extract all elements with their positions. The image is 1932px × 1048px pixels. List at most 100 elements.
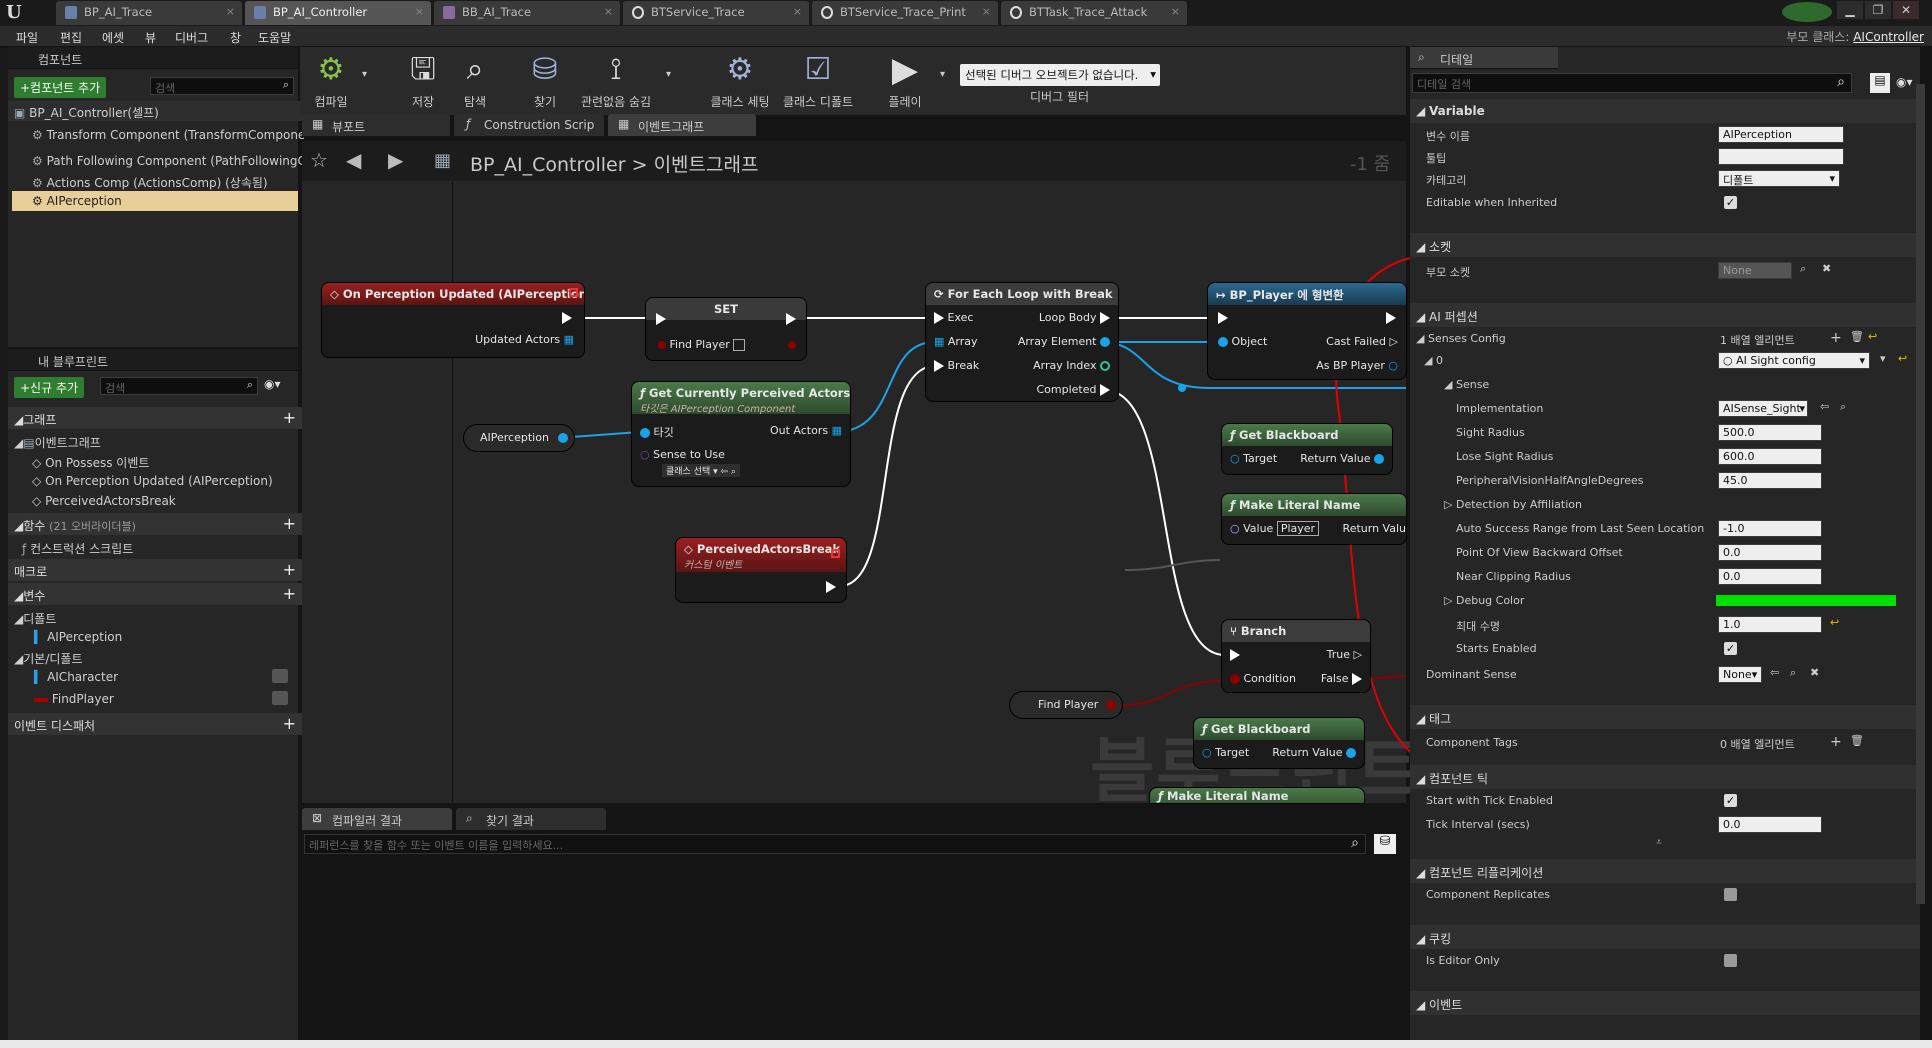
find-player-out-pin[interactable] [1106, 698, 1116, 711]
node-make-literal-name-1[interactable]: ƒ Make Literal Name ○ Value Player Retur… [1222, 494, 1406, 544]
replicates-checkbox[interactable] [1724, 888, 1737, 901]
auto-success-range-input[interactable]: -1.0 [1718, 520, 1822, 537]
array-index-pin[interactable]: Array Index [1033, 359, 1110, 372]
delegate-pin-icon[interactable] [831, 549, 840, 558]
node-on-perception-updated[interactable]: ◇ On Perception Updated (AIPerception) U… [322, 283, 584, 357]
tags-category[interactable]: ◢ 태그 [1410, 705, 1920, 729]
node-set[interactable]: SET Find Player [646, 298, 806, 360]
details-scrollbar[interactable] [1916, 84, 1925, 904]
checkbox-icon[interactable] [733, 339, 746, 351]
search-icon[interactable]: ⌕ [1840, 400, 1846, 414]
target-pin[interactable]: ○ Target [1202, 746, 1249, 759]
object-pin[interactable]: Object [1218, 335, 1267, 348]
use-selected-arrow-icon[interactable]: ⇦ [1770, 666, 1779, 679]
eye-icon[interactable]: ◉▾ [1896, 75, 1913, 89]
exec-in-pin[interactable] [656, 312, 666, 325]
search-icon[interactable]: ⌕ [1800, 262, 1806, 276]
exec-in-pin[interactable]: Exec [934, 311, 973, 324]
dominant-sense-select[interactable]: None▾ [1718, 666, 1762, 683]
node-perceived-actors-break[interactable]: ◇ PerceivedActorsBreak 커스텀 이벤트 [676, 538, 846, 602]
tab-find-results[interactable]: ⌕ 찾기 결과 [456, 808, 606, 830]
array-element-pin[interactable]: Array Element [1018, 335, 1110, 348]
clear-x-icon[interactable]: ✖ [1822, 262, 1831, 275]
reset-arrow-icon[interactable]: ↩ [1830, 616, 1839, 629]
node-branch[interactable]: ⑂ Branch True ▷ Condition False [1222, 620, 1370, 692]
trash-icon[interactable]: 🗑 [1850, 330, 1864, 343]
exec-in-pin[interactable] [1230, 648, 1240, 661]
debug-color-swatch[interactable] [1716, 595, 1896, 606]
aiperception-out-pin[interactable] [558, 431, 568, 444]
return-value-pin[interactable]: Return Value [1300, 452, 1384, 465]
condition-pin[interactable]: Condition [1230, 672, 1296, 685]
value-input[interactable]: Player [1276, 521, 1320, 536]
sense-to-use-pin[interactable]: ○ Sense to Use [640, 448, 725, 461]
socket-category[interactable]: ◢ 소켓 [1410, 233, 1920, 257]
events-category[interactable]: ◢ 이벤트 [1410, 991, 1920, 1015]
sense-class-select[interactable]: 클래스 선택 ▾ ⇦ ⌕ [662, 464, 740, 477]
cooking-category[interactable]: ◢ 쿠킹 [1410, 925, 1920, 949]
break-pin[interactable]: Break [934, 359, 979, 372]
as-bp-player-pin[interactable]: As BP Player ○ [1316, 359, 1398, 372]
component-tick-category[interactable]: ◢ 컴포넌트 틱 [1410, 765, 1920, 789]
return-value-pin[interactable]: Return Value [1272, 746, 1356, 759]
array-in-pin[interactable]: ▦ Array [934, 335, 978, 348]
value-pin[interactable]: ○ Value Player [1230, 521, 1320, 536]
tick-interval-input[interactable]: 0.0 [1718, 816, 1822, 833]
find-references-input[interactable]: 레퍼런스를 찾을 함수 또는 이벤트 이름을 입력하세요... ⌕ [304, 834, 1366, 854]
lose-sight-radius-input[interactable]: 600.0 [1718, 448, 1822, 465]
peripheral-vision-input[interactable]: 45.0 [1718, 472, 1822, 489]
trash-icon[interactable]: 🗑 [1850, 734, 1864, 747]
true-pin[interactable]: True ▷ [1327, 648, 1362, 661]
node-get-blackboard-1[interactable]: ƒ Get Blackboard ○ Target Return Value [1222, 424, 1392, 474]
exec-out-pin[interactable] [786, 312, 796, 325]
false-pin[interactable]: False [1321, 672, 1362, 685]
add-element-icon[interactable]: + [1830, 734, 1842, 750]
chevron-down-icon[interactable]: ▾ [1880, 352, 1886, 365]
find-player-out-pin[interactable] [788, 338, 796, 351]
ai-perception-category[interactable]: ◢ AI 퍼셉션 [1410, 303, 1920, 327]
reset-arrow-icon[interactable]: ↩ [1898, 352, 1907, 365]
node-aiperception-getter[interactable]: AIPerception [464, 425, 574, 451]
sense-config-select[interactable]: ○ AI Sight config ▾ [1718, 352, 1870, 369]
tab-compiler-results[interactable]: ⊠ 컴파일러 결과 [302, 808, 452, 830]
tick-enabled-checkbox[interactable]: ✓ [1724, 794, 1737, 807]
reroute-knot[interactable] [1178, 384, 1186, 392]
use-selected-arrow-icon[interactable]: ⇦ [1820, 400, 1829, 413]
category-select[interactable]: 디폴트 ▾ [1718, 170, 1840, 187]
exec-out-pin[interactable] [1386, 311, 1396, 324]
sight-radius-input[interactable]: 500.0 [1718, 424, 1822, 441]
variable-name-input[interactable]: AIPerception [1718, 126, 1844, 143]
component-replication-category[interactable]: ◢ 컴포넌트 리플리케이션 [1410, 859, 1920, 883]
near-clipping-input[interactable]: 0.0 [1718, 568, 1822, 585]
find-binoculars-icon[interactable]: ⛁ [1374, 834, 1396, 854]
target-pin[interactable]: ○ Target [1230, 452, 1277, 465]
loop-body-pin[interactable]: Loop Body [1039, 311, 1110, 324]
node-get-currently-perceived[interactable]: ƒ Get Currently Perceived Actors 타깃은 AIPe… [632, 382, 850, 486]
exec-in-pin[interactable] [1218, 311, 1228, 324]
cast-failed-pin[interactable]: Cast Failed ▷ [1326, 335, 1398, 348]
completed-pin[interactable]: Completed [1037, 383, 1110, 396]
details-search-input[interactable]: 디테일 검색 ⌕ [1412, 73, 1852, 93]
target-pin[interactable]: 타깃 [640, 424, 674, 440]
node-get-blackboard-2[interactable]: ƒ Get Blackboard ○ Target Return Value [1194, 718, 1364, 768]
node-find-player-getter[interactable]: Find Player [1010, 692, 1122, 718]
starts-enabled-checkbox[interactable]: ✓ [1724, 642, 1737, 655]
pov-offset-input[interactable]: 0.0 [1718, 544, 1822, 561]
clear-x-icon[interactable]: ✖ [1810, 666, 1819, 679]
parent-socket-input[interactable]: None [1718, 262, 1792, 279]
editor-only-checkbox[interactable] [1724, 954, 1737, 967]
editable-checkbox[interactable]: ✓ [1724, 196, 1737, 209]
max-age-input[interactable]: 1.0 [1718, 616, 1822, 633]
node-make-literal-name-2[interactable]: ƒ Make Literal Name [1150, 788, 1364, 803]
exec-out-pin[interactable] [826, 580, 836, 593]
implementation-select[interactable]: AISense_Sight ▾ [1718, 400, 1808, 417]
add-element-icon[interactable]: + [1830, 330, 1842, 346]
variable-category[interactable]: ◢ Variable [1410, 99, 1920, 123]
delegate-pin-icon[interactable] [569, 288, 578, 297]
advanced-expand-icon[interactable]: ⩡ [1656, 837, 1662, 848]
node-for-each-loop[interactable]: ⟳ For Each Loop with Break Exec Loop Bod… [926, 283, 1118, 401]
find-player-pin[interactable]: Find Player [658, 338, 746, 351]
reset-arrow-icon[interactable]: ↩ [1868, 330, 1877, 343]
out-actors-pin[interactable]: Out Actors ▦ [770, 424, 842, 437]
property-matrix-icon[interactable]: ▤ [1870, 73, 1890, 93]
